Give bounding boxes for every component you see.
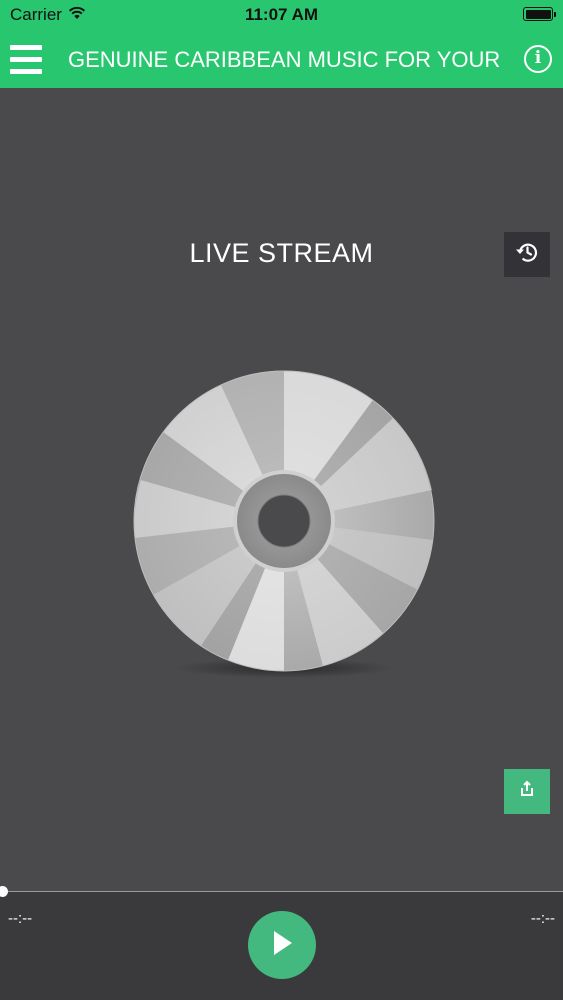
history-button[interactable]: [504, 232, 550, 277]
share-icon: [518, 780, 536, 803]
play-icon: [269, 929, 295, 962]
battery-icon: [523, 7, 556, 21]
share-button[interactable]: [504, 769, 550, 814]
app-screen: Carrier 11:07 AM GENUINE CARIBBEAN MUSIC…: [0, 0, 563, 1000]
progress-track[interactable]: [0, 891, 563, 892]
history-icon: [514, 239, 540, 270]
stream-title: LIVE STREAM: [189, 238, 374, 268]
play-button[interactable]: [248, 911, 316, 979]
page-title: GENUINE CARIBBEAN MUSIC FOR YOUR: [68, 47, 501, 72]
elapsed-time: --:--: [8, 910, 33, 927]
status-bar: Carrier 11:07 AM: [0, 0, 563, 30]
player-bar: --:-- --:--: [0, 892, 563, 1000]
hamburger-menu-icon[interactable]: [10, 45, 42, 75]
compact-disc-icon: [133, 370, 435, 672]
player-main: LIVE STREAM: [0, 88, 563, 891]
nav-bar: GENUINE CARIBBEAN MUSIC FOR YOUR i: [0, 30, 563, 88]
info-icon[interactable]: i: [524, 45, 552, 73]
remaining-time: --:--: [530, 910, 555, 927]
status-time: 11:07 AM: [244, 5, 319, 24]
